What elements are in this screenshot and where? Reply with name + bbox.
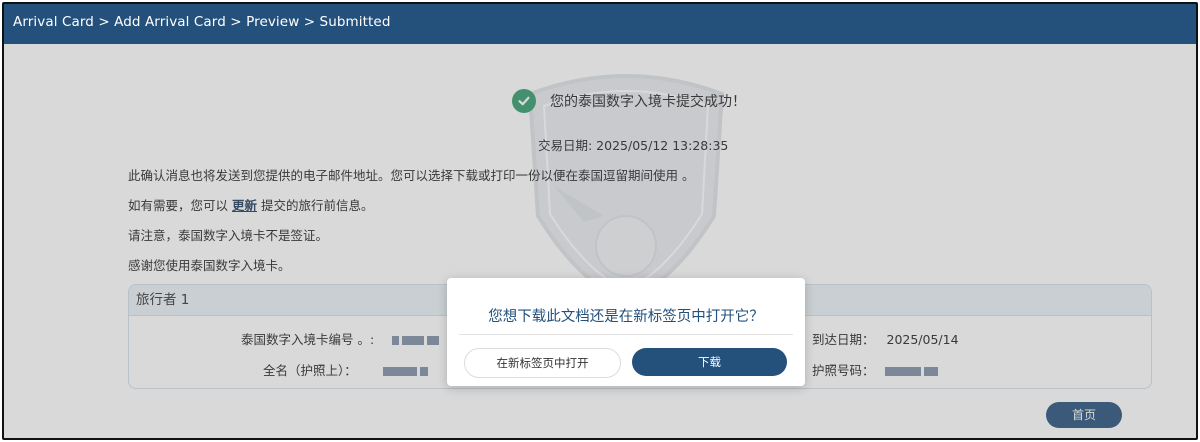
browser-frame: Arrival Card > Add Arrival Card > Previe… [2, 2, 1198, 440]
open-in-new-tab-button[interactable]: 在新标签页中打开 [464, 348, 621, 378]
breadcrumb: Arrival Card > Add Arrival Card > Previe… [13, 14, 391, 30]
dialog-divider [459, 334, 793, 335]
dialog-title: 您想下载此文档还是在新标签页中打开它？ [488, 309, 764, 325]
top-bar: Arrival Card > Add Arrival Card > Previe… [4, 4, 1196, 44]
download-button[interactable]: 下载 [632, 348, 787, 376]
download-dialog: 您想下载此文档还是在新标签页中打开它？ 在新标签页中打开 下载 [447, 278, 805, 386]
